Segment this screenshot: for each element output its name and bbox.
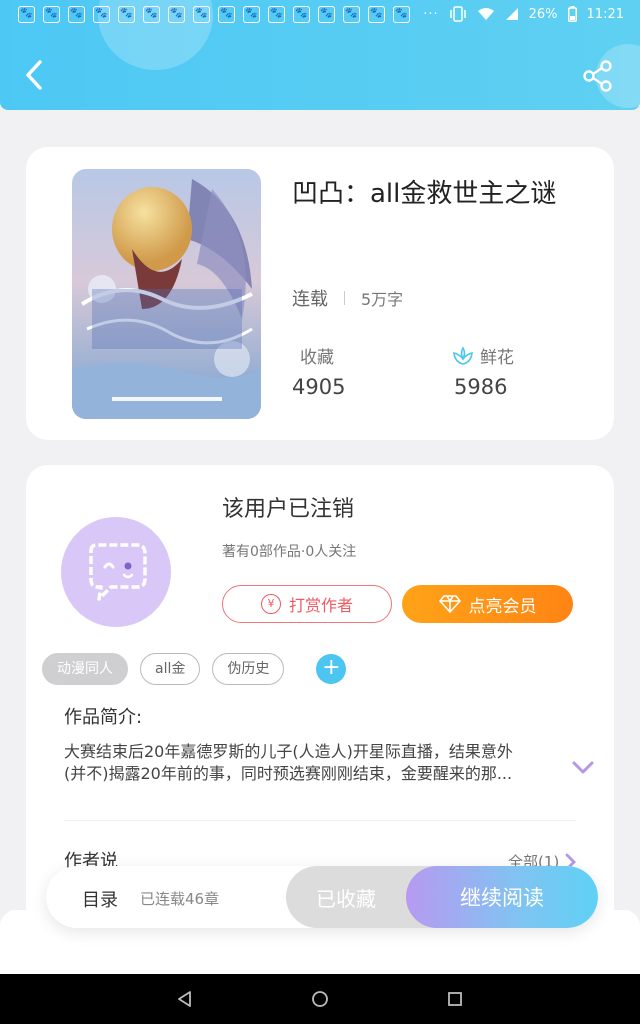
paw-icon: 🐾 xyxy=(93,5,110,23)
share-icon[interactable] xyxy=(580,58,616,94)
paw-icon: 🐾 xyxy=(243,5,260,23)
intro-line: (并不)揭露20年前的事，同时预选赛刚刚结束，金要醒来的那... xyxy=(64,764,513,783)
favorites-label: 收藏 xyxy=(300,348,334,368)
flowers-stat[interactable]: 鲜花 xyxy=(452,343,514,368)
nav-recents-icon[interactable] xyxy=(444,988,466,1010)
paw-icon: 🐾 xyxy=(143,5,160,23)
paw-icon: 🐾 xyxy=(43,5,60,23)
paw-icon: 🐾 xyxy=(18,5,35,23)
favorited-label: 已收藏 xyxy=(316,886,376,911)
toc-button[interactable]: 目录 xyxy=(82,886,118,912)
book-meta: 连载 5万字 xyxy=(292,285,403,311)
flowers-label: 鲜花 xyxy=(480,348,514,368)
paw-icon: 🐾 xyxy=(168,5,185,23)
system-nav-bar xyxy=(0,974,640,1024)
paw-icon: 🐾 xyxy=(368,5,385,23)
paw-icon: 🐾 xyxy=(68,5,85,23)
notification-icons: 🐾 🐾 🐾 🐾 🐾 🐾 🐾 🐾 🐾 🐾 🐾 🐾 🐾 🐾 🐾 🐾 xyxy=(18,5,410,23)
add-tag-button[interactable]: + xyxy=(316,654,347,684)
serial-status: 连载 xyxy=(292,289,328,310)
chevron-down-icon[interactable] xyxy=(572,761,594,775)
paw-icon: 🐾 xyxy=(193,5,210,23)
author-stats: 著有0部作品·0人关注 xyxy=(222,544,357,560)
flowers-count: 5986 xyxy=(454,375,508,399)
vip-label: 点亮会员 xyxy=(468,596,537,617)
tag-item[interactable]: 动漫同人 xyxy=(42,653,128,685)
author-avatar[interactable] xyxy=(61,517,171,627)
wifi-icon xyxy=(477,8,494,20)
paw-icon: 🐾 xyxy=(343,5,360,23)
vip-button[interactable]: 点亮会员 xyxy=(402,585,573,623)
back-icon[interactable] xyxy=(20,56,50,94)
continue-reading-button[interactable]: 继续阅读 xyxy=(406,866,598,928)
divider xyxy=(64,820,576,821)
meta-divider xyxy=(344,291,345,305)
word-count: 5万字 xyxy=(361,290,404,309)
chat-bubble-icon xyxy=(89,543,147,601)
author-name: 该用户已注销 xyxy=(222,497,355,522)
diamond-icon xyxy=(438,595,461,613)
status-bar: 🐾 🐾 🐾 🐾 🐾 🐾 🐾 🐾 🐾 🐾 🐾 🐾 🐾 🐾 🐾 🐾 ··· 26% xyxy=(0,0,640,28)
bottom-action-bar: 目录 已连载46章 已收藏 继续阅读 xyxy=(46,866,598,928)
book-info-card: 凹凸：all金救世主之谜 连载 5万字 收藏 4905 鲜花 5986 xyxy=(26,147,614,440)
paw-icon: 🐾 xyxy=(218,5,235,23)
intro-text[interactable]: 大赛结束后20年嘉德罗斯的儿子(人造人)开星际直播，结果意外 (并不)揭露20年… xyxy=(64,741,564,785)
book-cover[interactable] xyxy=(72,169,261,419)
book-title: 凹凸：all金救世主之谜 xyxy=(292,179,557,209)
battery-percent: 26% xyxy=(528,6,558,22)
favorites-count: 4905 xyxy=(292,375,346,399)
paw-icon: 🐾 xyxy=(268,5,285,23)
tag-list: 动漫同人 all金 伪历史 + xyxy=(42,653,347,685)
paw-icon: 🐾 xyxy=(393,5,410,23)
paw-icon: 🐾 xyxy=(318,5,335,23)
paw-icon: 🐾 xyxy=(293,5,310,23)
paw-icon: 🐾 xyxy=(118,5,135,23)
vibrate-icon xyxy=(449,6,466,22)
header-bar: 🐾 🐾 🐾 🐾 🐾 🐾 🐾 🐾 🐾 🐾 🐾 🐾 🐾 🐾 🐾 🐾 ··· 26% xyxy=(0,0,640,110)
continue-label: 继续阅读 xyxy=(460,886,544,910)
nav-home-icon[interactable] xyxy=(309,988,331,1010)
tag-item[interactable]: all金 xyxy=(140,653,201,685)
nav-back-icon[interactable] xyxy=(174,988,196,1010)
more-dots: ··· xyxy=(423,6,439,22)
reward-author-button[interactable]: ¥ 打赏作者 xyxy=(222,585,392,623)
intro-title: 作品简介: xyxy=(64,707,143,728)
clock: 11:21 xyxy=(586,6,624,22)
yen-icon: ¥ xyxy=(260,594,281,614)
flower-icon xyxy=(453,345,473,365)
tag-item[interactable]: 伪历史 xyxy=(212,653,285,685)
book-cover-art xyxy=(72,169,261,419)
status-right: ··· 26% 11:21 xyxy=(423,6,624,22)
signal-icon xyxy=(505,8,518,20)
intro-line: 大赛结束后20年嘉德罗斯的儿子(人造人)开星际直播，结果意外 xyxy=(64,742,513,761)
reward-label: 打赏作者 xyxy=(288,596,353,615)
battery-icon xyxy=(567,6,577,22)
chapter-count[interactable]: 已连载46章 xyxy=(140,888,219,909)
